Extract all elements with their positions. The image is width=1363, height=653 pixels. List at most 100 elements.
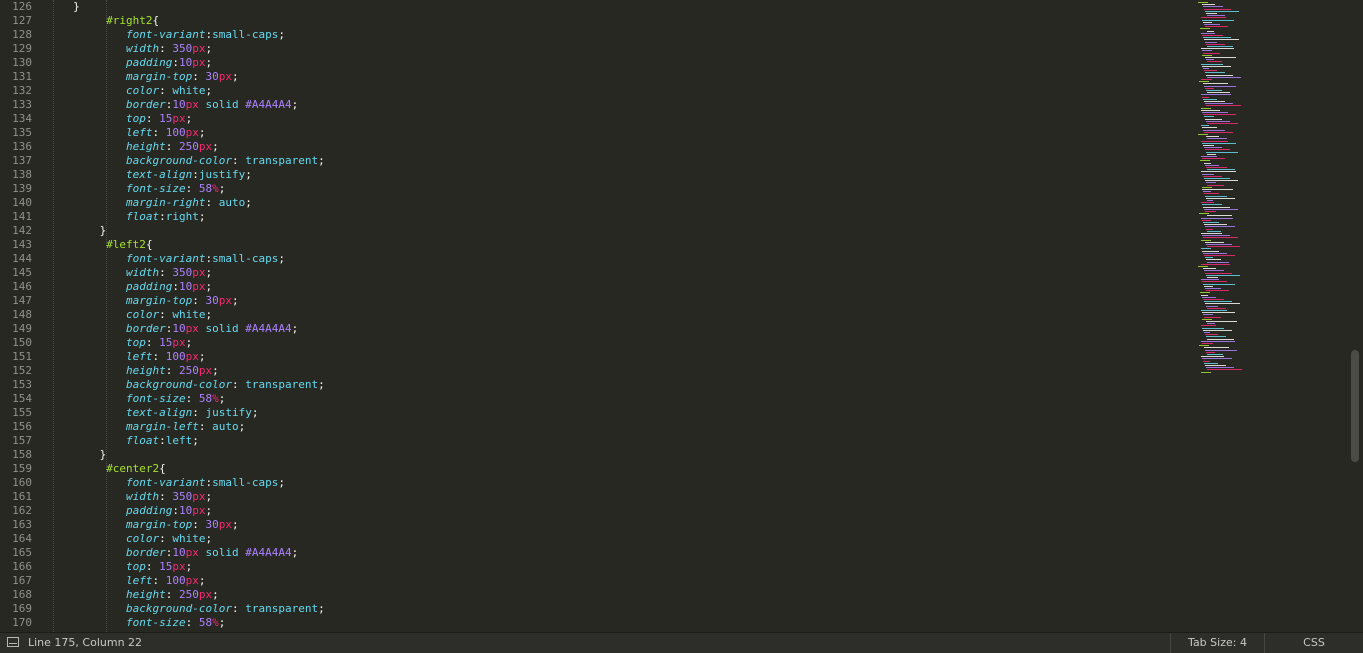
code-token: : [232,154,246,167]
minimap-line [1202,142,1236,144]
minimap-line [1206,90,1222,91]
code-line[interactable]: background-color: transparent; [126,602,325,616]
code-line[interactable]: margin-right: auto; [126,196,252,210]
code-area[interactable]: } #right2{font-variant:small-caps; width: … [40,0,1178,632]
code-line[interactable]: #center2{ [106,462,166,476]
code-line[interactable]: margin-top: 30px; [126,518,239,532]
minimap-line [1207,338,1234,340]
code-token: ; [205,280,213,293]
code-token: 10 [179,280,193,293]
code-token: transparent [245,154,319,167]
code-token: margin-top [126,518,193,531]
code-line[interactable]: font-variant:small-caps; [126,476,285,490]
minimap-line [1205,41,1217,43]
vertical-scrollbar[interactable] [1348,0,1363,632]
minimap-line [1202,158,1225,160]
line-number: 131 [12,70,32,83]
tab-size-selector[interactable]: Tab Size: 4 [1170,633,1264,653]
code-token: white [172,308,206,321]
line-number: 163 [12,518,32,531]
code-token: 58 [198,182,213,195]
minimap-line [1203,175,1222,177]
code-line[interactable]: top: 15px; [126,112,192,126]
syntax-selector[interactable]: CSS [1264,633,1363,653]
line-number: 139 [12,182,32,195]
code-line[interactable]: top: 15px; [126,560,192,574]
minimap[interactable] [1192,0,1346,380]
line-number: 135 [12,126,32,139]
code-token: : [145,112,160,125]
minimap-line [1206,274,1240,276]
code-line[interactable]: float:right; [126,210,206,224]
code-token: font-variant [126,28,206,41]
code-line[interactable]: } [100,448,107,462]
code-line[interactable]: font-variant:small-caps; [126,252,285,266]
line-number: 153 [12,378,32,391]
code-line[interactable]: height: 250px; [126,588,219,602]
code-line[interactable]: padding:10px; [126,504,212,518]
code-line[interactable]: margin-left: auto; [126,420,245,434]
minimap-line [1203,283,1235,285]
minimap-line [1202,35,1223,36]
panel-toggle-icon[interactable] [7,637,19,647]
minimap-line [1204,70,1217,72]
minimap-line [1204,85,1236,87]
code-token: : [232,378,246,391]
code-line[interactable]: text-align:justify; [126,168,252,182]
minimap-line [1201,63,1223,65]
code-line[interactable]: text-align: justify; [126,406,258,420]
code-line[interactable]: } [73,0,80,14]
code-line[interactable]: font-size: 58%; [126,392,225,406]
code-token: left [165,434,193,447]
code-token: px [218,70,233,83]
code-line[interactable]: width: 350px; [126,42,212,56]
code-line[interactable]: width: 350px; [126,490,212,504]
vertical-scrollbar-thumb[interactable] [1351,350,1359,462]
code-token: ; [212,364,219,377]
line-number: 156 [12,420,32,433]
code-line[interactable]: float:left; [126,434,199,448]
code-line[interactable]: left: 100px; [126,350,206,364]
minimap-line [1202,112,1228,113]
code-line[interactable]: border:10px solid #A4A4A4; [126,322,298,336]
code-line[interactable]: #left2{ [106,238,152,252]
code-line[interactable]: #right2{ [106,14,159,28]
code-line[interactable]: top: 15px; [126,336,192,350]
code-token: 30 [205,294,219,307]
code-token: font-size [126,182,186,195]
minimap-line [1206,290,1229,292]
code-line[interactable]: font-size: 58%; [126,616,225,630]
code-line[interactable]: margin-top: 30px; [126,294,239,308]
code-line[interactable]: left: 100px; [126,126,206,140]
code-line[interactable]: color: white; [126,84,212,98]
code-line[interactable]: left: 100px; [126,574,206,588]
code-token: px [218,518,233,531]
code-token: : [159,308,173,321]
line-number: 169 [12,602,32,615]
code-line[interactable]: background-color: transparent; [126,378,325,392]
code-line[interactable]: padding:10px; [126,56,212,70]
code-line[interactable]: margin-top: 30px; [126,70,239,84]
code-line[interactable]: background-color: transparent; [126,154,325,168]
code-token: ; [218,182,226,195]
minimap-line [1207,15,1225,17]
code-line[interactable]: height: 250px; [126,364,219,378]
minimap-line [1203,52,1220,54]
code-line[interactable]: height: 250px; [126,140,219,154]
code-line[interactable]: } [100,224,107,238]
code-token: justify [205,406,252,419]
code-line[interactable]: width: 350px; [126,266,212,280]
code-token: auto [218,196,246,209]
code-line[interactable]: border:10px solid #A4A4A4; [126,546,298,560]
code-token: px [198,364,213,377]
code-line[interactable]: font-variant:small-caps; [126,28,285,42]
minimap-line [1202,281,1227,283]
code-line[interactable]: border:10px solid #A4A4A4; [126,98,298,112]
code-line[interactable]: color: white; [126,532,212,546]
code-line[interactable]: color: white; [126,308,212,322]
code-token: % [212,616,219,629]
code-editor[interactable]: 126 127 128 129 130 131 132 133 134 135 136 137 138 1… [0,0,1348,632]
code-token: ; [185,336,193,349]
code-line[interactable]: padding:10px; [126,280,212,294]
code-line[interactable]: font-size: 58%; [126,182,225,196]
